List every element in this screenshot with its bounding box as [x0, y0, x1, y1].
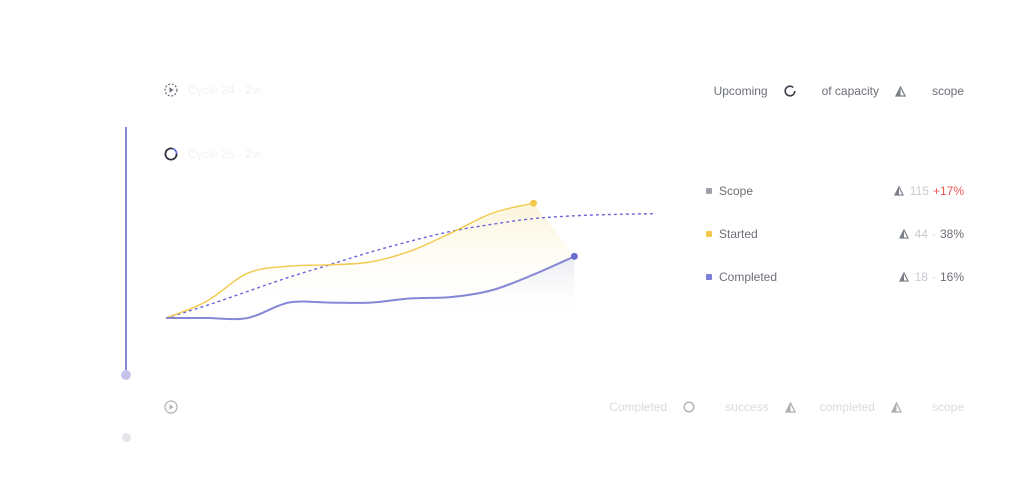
legend-label-completed: Completed: [719, 270, 778, 284]
legend-change-scope: +17%: [932, 184, 964, 198]
next-scope-label: scope: [931, 400, 964, 414]
scope-triangle-icon: [893, 186, 904, 196]
completed-count-label: completed: [819, 400, 875, 414]
cycle-play-icon: [164, 400, 178, 414]
capacity-label: of capacity: [821, 84, 879, 98]
active-cycle-name: Cycle 25 · 2w: [188, 147, 261, 161]
scope-triangle-icon: [894, 85, 906, 97]
next-cycle-stats: Completed success completed scope: [609, 400, 964, 414]
cycle-play-icon: [164, 83, 178, 97]
legend-swatch-scope: [706, 188, 712, 194]
previous-cycle-row[interactable]: Cycle 24 · 2w: [164, 83, 261, 97]
next-cycle-row[interactable]: [164, 400, 178, 414]
completed-end-point: [570, 252, 578, 260]
legend-completed[interactable]: Completed 18 · 16%: [706, 270, 964, 284]
legend-swatch-completed: [706, 274, 712, 280]
previous-cycle-name: Cycle 24 · 2w: [188, 83, 261, 97]
legend-percent-started: 38%: [939, 227, 964, 241]
timeline-future-dot: [122, 433, 131, 442]
completed-triangle-icon: [898, 272, 909, 282]
cycle-timeline: [125, 127, 127, 374]
legend-started[interactable]: Started 44 · 38%: [706, 227, 964, 241]
legend-count-completed: 18: [914, 270, 928, 284]
upcoming-label: Upcoming: [713, 84, 768, 98]
legend-count-scope: 115: [909, 184, 929, 198]
legend-swatch-started: [706, 231, 712, 237]
faint-mark: ·: [105, 52, 109, 66]
started-triangle-icon: [898, 229, 909, 239]
burnup-chart: [165, 199, 657, 321]
completed-triangle-icon: [784, 401, 796, 413]
legend-scope[interactable]: Scope 115 +17%: [706, 184, 964, 198]
capacity-progress-icon: [783, 85, 796, 97]
success-label: success: [725, 400, 769, 414]
cycle-progress-icon: [164, 147, 178, 161]
timeline-active-dot: [121, 370, 131, 380]
legend-count-started: 44: [914, 227, 928, 241]
next-completed-label: Completed: [609, 400, 668, 414]
active-cycle-row[interactable]: Cycle 25 · 2w: [164, 147, 261, 161]
legend-label-started: Started: [719, 227, 758, 241]
started-end-point: [530, 199, 537, 207]
scope-triangle-icon: [890, 401, 902, 413]
legend-percent-completed: 16%: [939, 270, 964, 284]
scope-label: scope: [931, 84, 964, 98]
active-cycle-stats: Upcoming of capacity scope: [714, 84, 964, 98]
legend-label-scope: Scope: [719, 184, 754, 198]
success-ring-icon: [683, 401, 695, 413]
